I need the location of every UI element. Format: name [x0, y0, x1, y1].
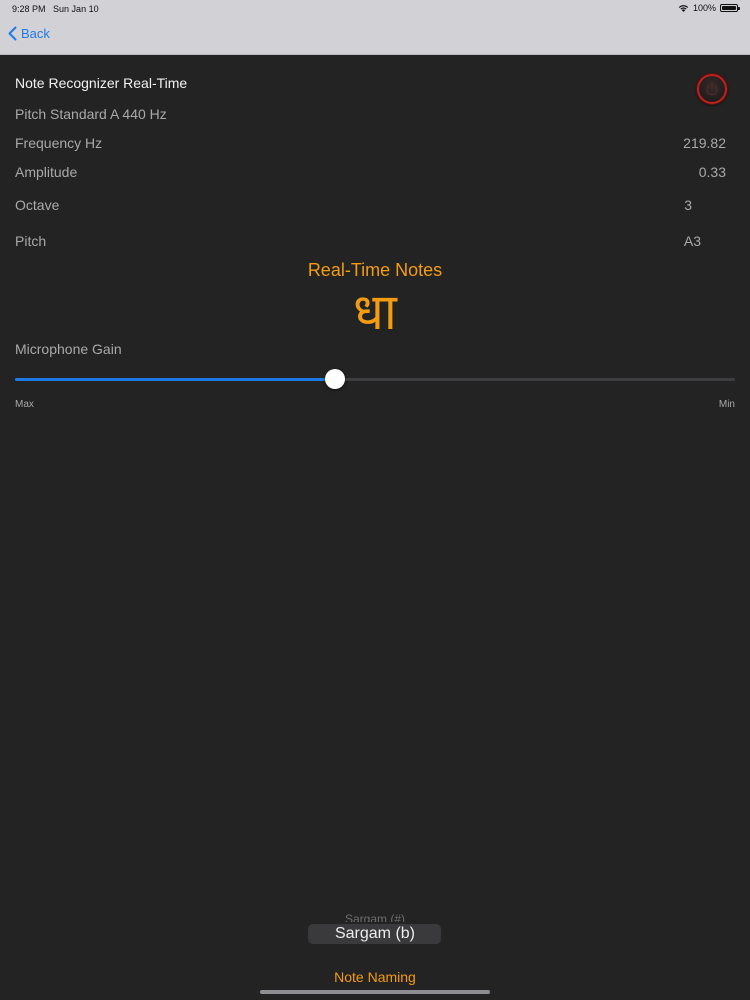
battery-icon — [720, 4, 740, 12]
pitch-label: Pitch — [15, 233, 47, 249]
slider-min-label: Min — [718, 399, 735, 410]
frequency-label: Frequency Hz — [15, 135, 103, 151]
wifi-icon — [678, 5, 689, 12]
status-time: 9:28 PM — [12, 4, 46, 14]
note-naming-picker[interactable]: Sargam (#) Sargam (b) — [0, 905, 750, 960]
slider-fill — [15, 378, 336, 381]
power-button[interactable] — [697, 74, 727, 104]
amplitude-value: 0.33 — [698, 164, 726, 180]
picker-option[interactable]: Sargam (#) — [0, 910, 750, 922]
amplitude-label: Amplitude — [15, 164, 78, 180]
back-button[interactable]: Back — [8, 26, 50, 41]
navigation-bar: Back — [0, 18, 750, 55]
status-time-date: 9:28 PM Sun Jan 10 — [12, 4, 99, 14]
realtime-notes-heading: Real-Time Notes — [307, 260, 443, 280]
octave-value: 3 — [684, 197, 692, 213]
realtime-note: धा — [353, 283, 397, 341]
frequency-value: 219.82 — [683, 135, 726, 151]
back-button-label: Back — [21, 26, 50, 41]
slider-thumb[interactable] — [325, 369, 346, 389]
pitch-standard-label: Pitch Standard A 440 Hz — [15, 106, 167, 122]
slider-max-label: Max — [15, 399, 34, 410]
home-indicator[interactable] — [260, 990, 490, 994]
octave-label: Octave — [15, 197, 60, 213]
power-icon — [706, 82, 718, 96]
microphone-gain-slider[interactable] — [15, 368, 735, 390]
battery-percent: 100% — [692, 3, 716, 13]
note-naming-title: Note Naming — [334, 969, 416, 985]
microphone-gain-label: Microphone Gain — [15, 341, 122, 357]
chevron-left-icon — [8, 26, 17, 41]
page-title: Note Recognizer Real-Time — [15, 75, 188, 91]
status-bar: 9:28 PM Sun Jan 10 100% — [0, 0, 750, 18]
status-right: 100% — [678, 3, 740, 13]
status-date: Sun Jan 10 — [53, 4, 99, 14]
pitch-value: A3 — [683, 233, 701, 249]
picker-selected-option[interactable]: Sargam (b) — [0, 925, 750, 943]
